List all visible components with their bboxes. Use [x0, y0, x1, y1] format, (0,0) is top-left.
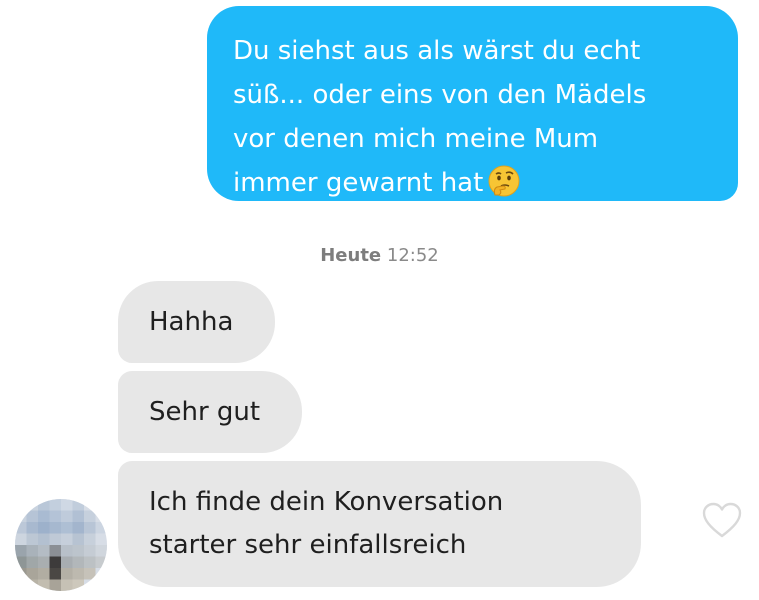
timestamp-day: Heute: [320, 245, 382, 266]
timestamp-time: 12:52: [386, 245, 439, 266]
message-line: Sehr gut: [149, 397, 261, 427]
incoming-message-bubble[interactable]: Ich finde dein Konversation starter sehr…: [118, 461, 641, 587]
incoming-message-bubble[interactable]: Sehr gut: [118, 371, 302, 453]
message-line: vor denen mich meine Mum: [233, 124, 599, 154]
message-timestamp: Heute 12:52: [0, 243, 759, 269]
outgoing-message-bubble[interactable]: Du siehst aus als wärst du echt süß... o…: [207, 6, 738, 201]
message-line: süß... oder eins von den Mädels: [233, 80, 647, 110]
heart-outline-icon[interactable]: [700, 500, 744, 540]
chat-view: Du siehst aus als wärst du echt süß... o…: [0, 0, 759, 600]
thinking-face-icon: [487, 164, 521, 198]
message-line: Ich finde dein Konversation: [149, 487, 504, 517]
incoming-message-bubble[interactable]: Hahha: [118, 281, 275, 363]
avatar[interactable]: [15, 499, 107, 591]
message-line: Hahha: [149, 307, 234, 337]
message-line-last: immer gewarnt hat: [233, 161, 718, 205]
message-line-text: immer gewarnt hat: [233, 168, 484, 198]
message-line: starter sehr einfallsreich: [149, 530, 467, 560]
message-line: Du siehst aus als wärst du echt: [233, 36, 641, 66]
